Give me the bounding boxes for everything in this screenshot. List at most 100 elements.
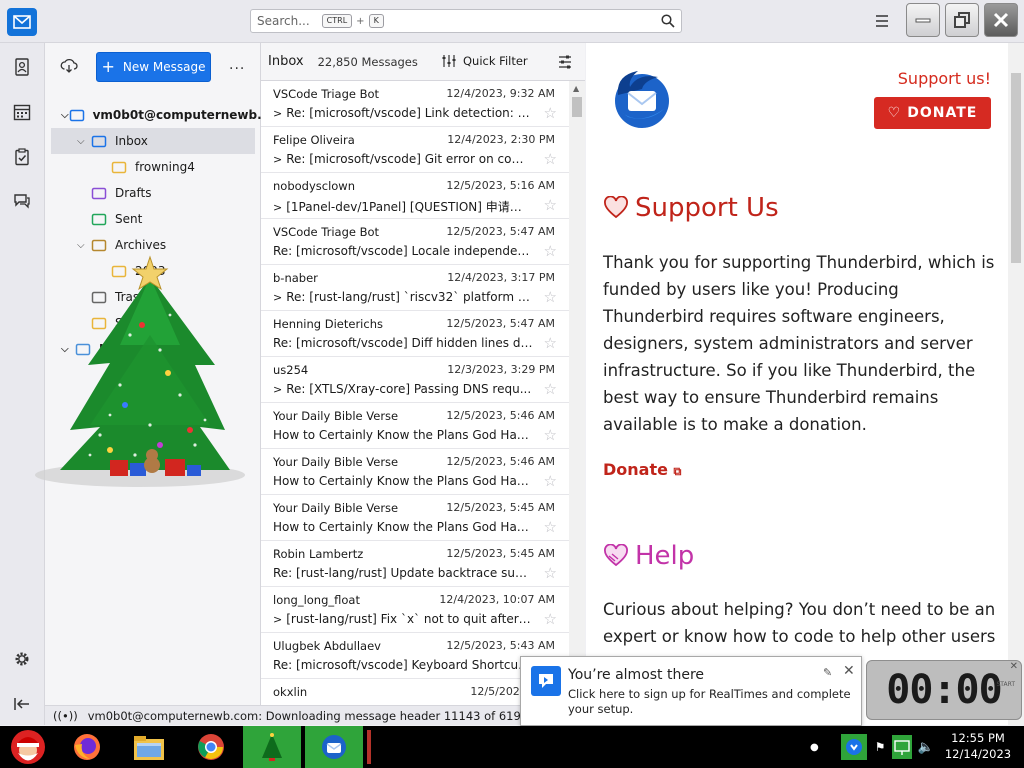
message-row[interactable]: Robin Lambertz 12/5/2023, 5:45 AM Re: [rus… <box>261 541 569 587</box>
thread-expand-icon[interactable]: > <box>273 201 282 214</box>
star-icon[interactable]: ☆ <box>544 336 557 351</box>
calendar-button[interactable] <box>11 101 33 123</box>
twisty-icon[interactable]: ⌵ <box>77 136 91 147</box>
countdown-clock-widget[interactable]: 00:00 ✕ START <box>866 660 1022 720</box>
taskbar-christmas-tree[interactable] <box>243 726 301 768</box>
folder-item[interactable]: frowning4 <box>51 154 255 180</box>
message-rows: VSCode Triage Bot 12/4/2023, 9:32 AM > Re: … <box>261 81 569 705</box>
message-list-scrollbar[interactable]: ▲ <box>569 81 585 705</box>
folder-item[interactable]: Sent <box>51 206 255 232</box>
search-placeholder: Search... <box>257 14 310 28</box>
volume-icon[interactable]: 🔈 <box>918 740 934 755</box>
scrollbar-thumb[interactable] <box>572 97 582 117</box>
start-button[interactable] <box>0 726 56 768</box>
message-row[interactable]: long_long_float 12/4/2023, 10:07 AM > [rust… <box>261 587 569 633</box>
new-message-button[interactable]: + New Message <box>96 52 211 82</box>
realtimes-tray-icon[interactable] <box>840 734 867 760</box>
thunderbird-logo-icon <box>615 71 669 128</box>
message-subject: Re: [microsoft/vscode] Diff hidden lines… <box>273 336 533 350</box>
thread-expand-icon[interactable]: > <box>273 613 282 626</box>
tasks-button[interactable] <box>11 146 33 168</box>
donate-button[interactable]: ♡ DONATE <box>874 97 991 129</box>
star-icon[interactable]: ☆ <box>544 474 557 489</box>
star-icon[interactable]: ☆ <box>544 244 557 259</box>
star-icon[interactable]: ☆ <box>544 382 557 397</box>
mail-space-button[interactable] <box>7 8 37 36</box>
quick-filter-button[interactable]: Quick Filter <box>441 54 528 68</box>
taskbar-thunderbird[interactable] <box>305 726 363 768</box>
thread-expand-icon[interactable]: > <box>273 107 282 120</box>
message-date: 12/5/2023, 5:43 AM <box>446 639 555 652</box>
minimize-button[interactable] <box>906 3 940 37</box>
message-row[interactable]: Your Daily Bible Verse 12/5/2023, 5:46 AM… <box>261 449 569 495</box>
support-us-link[interactable]: Support us! <box>898 69 991 88</box>
search-input[interactable]: Search... CTRL + K <box>250 9 682 33</box>
tray-dot-icon[interactable]: ● <box>810 742 819 753</box>
notification-close-icon[interactable]: ✕ <box>843 663 855 679</box>
thread-expand-icon[interactable]: > <box>273 383 282 396</box>
address-book-button[interactable] <box>11 56 33 78</box>
scroll-up-icon[interactable]: ▲ <box>573 84 579 93</box>
star-icon[interactable]: ☆ <box>544 428 557 443</box>
star-icon[interactable]: ☆ <box>544 290 557 305</box>
flag-icon[interactable]: ⚑ <box>875 740 886 754</box>
search-icon[interactable] <box>661 14 675 28</box>
settings-button[interactable] <box>11 648 33 670</box>
folder-label: Inbox <box>115 134 148 148</box>
message-row[interactable]: Felipe Oliveira 12/4/2023, 2:30 PM > Re: [m… <box>261 127 569 173</box>
message-subject-line: How to Certainly Know the Plans God Has … <box>273 428 533 442</box>
star-icon[interactable]: ☆ <box>544 520 557 535</box>
list-view-options-icon[interactable] <box>557 54 573 70</box>
scrollbar-thumb[interactable] <box>1011 73 1021 263</box>
star-icon[interactable]: ☆ <box>544 106 557 121</box>
message-row[interactable]: b-naber 12/4/2023, 3:17 PM > Re: [rust-lang… <box>261 265 569 311</box>
donate-link[interactable]: Donate ⧉ <box>603 460 681 479</box>
tree-icon <box>262 733 282 761</box>
close-icon <box>993 12 1009 28</box>
taskbar-chrome[interactable] <box>190 726 232 768</box>
close-button[interactable] <box>984 3 1018 37</box>
collapse-spaces-button[interactable] <box>11 693 33 715</box>
message-subject: Re: [rust-lang/rust] Update backtrace su… <box>273 566 533 580</box>
twisty-icon[interactable]: ⌵ <box>77 240 91 251</box>
network-icon[interactable] <box>891 735 912 759</box>
thread-expand-icon[interactable]: > <box>273 153 282 166</box>
message-row[interactable]: Your Daily Bible Verse 12/5/2023, 5:46 AM… <box>261 403 569 449</box>
clock-close-icon[interactable]: ✕ <box>1010 661 1018 672</box>
get-messages-icon[interactable] <box>60 58 78 74</box>
realtimes-notification[interactable]: You’re almost there Click here to sign u… <box>520 656 862 738</box>
taskbar-date: 12/14/2023 <box>944 747 1012 761</box>
chat-icon <box>14 194 30 209</box>
twisty-icon[interactable]: ⌵ <box>61 110 69 121</box>
folder-item[interactable]: ⌵ vm0b0t@computernewb... <box>51 102 271 128</box>
tasks-icon <box>15 148 29 166</box>
star-icon[interactable]: ☆ <box>544 566 557 581</box>
mail-icon <box>13 15 31 29</box>
taskbar-clock[interactable]: 12:55 PM 12/14/2023 <box>942 730 1014 762</box>
message-row[interactable]: nobodysclown 12/5/2023, 5:16 AM > [1Panel-d… <box>261 173 569 219</box>
restore-button[interactable] <box>945 3 979 37</box>
chat-button[interactable] <box>11 190 33 212</box>
message-subject: How to Certainly Know the Plans God Has … <box>273 520 533 534</box>
thread-expand-icon[interactable]: > <box>273 291 282 304</box>
folder-item[interactable]: ⌵ Inbox <box>51 128 255 154</box>
star-icon[interactable]: ☆ <box>544 612 557 627</box>
pin-icon[interactable]: ✎ <box>823 666 832 679</box>
folder-item[interactable]: Drafts <box>51 180 255 206</box>
hamburger-menu-icon[interactable] <box>872 12 892 30</box>
star-icon[interactable]: ☆ <box>544 152 557 167</box>
connection-status-icon: ((•)) <box>53 708 78 723</box>
taskbar-firefox[interactable] <box>66 726 108 768</box>
star-icon[interactable]: ☆ <box>544 198 557 213</box>
message-row[interactable]: us254 12/3/2023, 3:29 PM > Re: [XTLS/Xray-c… <box>261 357 569 403</box>
message-sender: okxlin <box>273 685 308 699</box>
message-row[interactable]: VSCode Triage Bot 12/4/2023, 9:32 AM > Re: … <box>261 81 569 127</box>
message-row[interactable]: VSCode Triage Bot 12/5/2023, 5:47 AM Re: [… <box>261 219 569 265</box>
message-row[interactable]: Your Daily Bible Verse 12/5/2023, 5:45 AM… <box>261 495 569 541</box>
more-options-button[interactable]: ... <box>229 57 245 73</box>
clock-start-label[interactable]: START <box>996 681 1015 688</box>
taskbar-file-explorer[interactable] <box>128 726 170 768</box>
message-row[interactable]: Henning Dieterichs 12/5/2023, 5:47 AM Re: … <box>261 311 569 357</box>
start-page-scrollbar[interactable] <box>1008 43 1024 725</box>
shortcut-k-key: K <box>368 14 384 28</box>
